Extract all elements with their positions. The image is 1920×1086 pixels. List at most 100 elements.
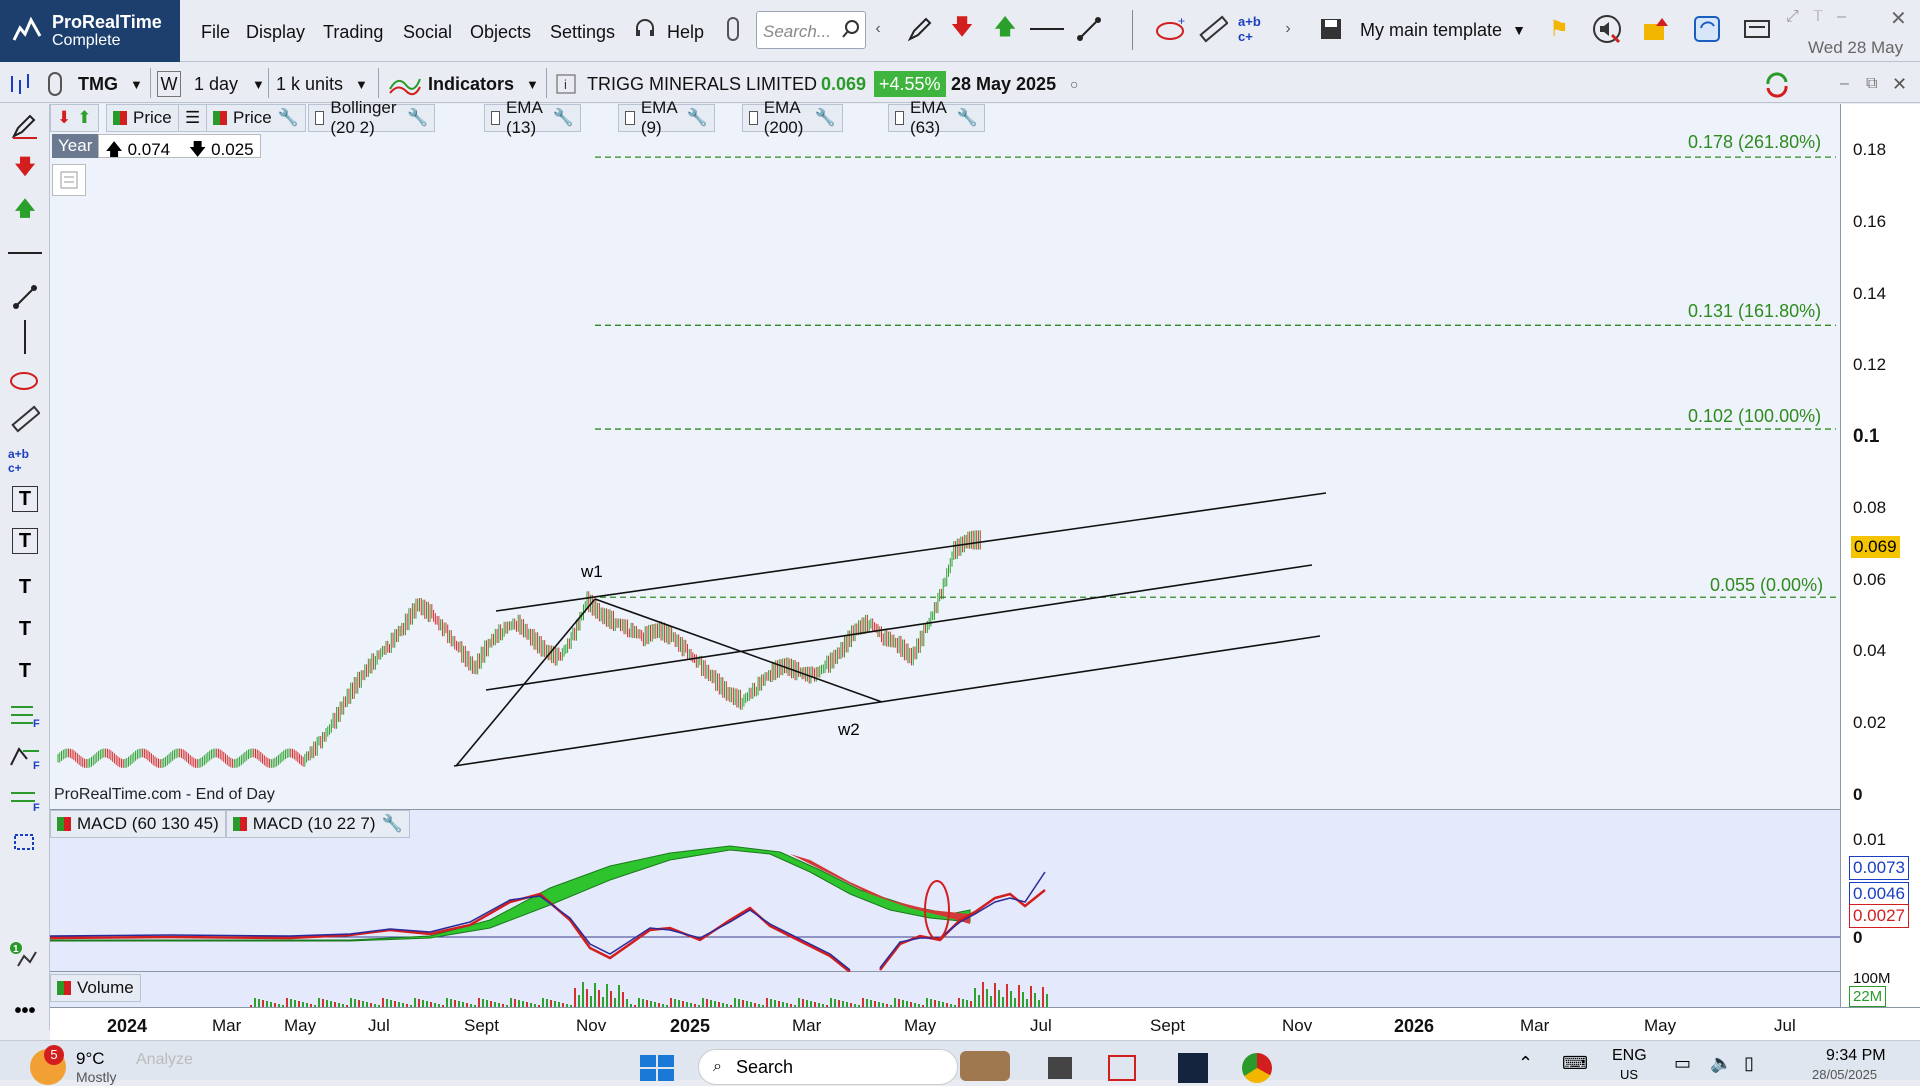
language-label[interactable]: ENG <box>1612 1047 1647 1065</box>
volume-bar <box>862 998 864 1007</box>
alerts-icon[interactable] <box>1640 12 1674 46</box>
taskbar-app-badger-icon[interactable] <box>960 1051 1010 1081</box>
time-axis[interactable]: 2024 Mar May Jul Sept Nov 2025 Mar May J… <box>50 1007 1920 1040</box>
mute-alert-icon[interactable] <box>1590 12 1624 46</box>
text-box-icon[interactable]: T <box>12 486 38 512</box>
volume-bar <box>802 999 804 1007</box>
vertical-line-icon[interactable] <box>8 320 42 354</box>
volume-bar <box>798 998 800 1007</box>
volume-panel[interactable]: Volume <box>50 972 1840 1007</box>
text-large-icon[interactable]: T <box>8 654 42 688</box>
trendline-icon[interactable] <box>8 280 42 314</box>
close-app-icon[interactable]: ✕ <box>1890 6 1907 31</box>
w-toggle[interactable]: W <box>157 71 181 97</box>
refresh-icon[interactable] <box>1762 71 1792 98</box>
text-frame-icon[interactable]: T <box>12 528 38 554</box>
volume-bar <box>670 998 672 1007</box>
price-chart[interactable]: ⬇ ⬆ Price ☰ Price 🔧 Bollinger (20 2) 🔧 E… <box>50 98 1840 810</box>
horizontal-line-icon[interactable] <box>8 236 42 270</box>
ellipse-tool-icon[interactable]: + <box>1154 12 1188 46</box>
search-icon[interactable] <box>840 18 862 45</box>
x-tick: Sept <box>464 1016 499 1035</box>
volume-bar <box>482 999 484 1007</box>
x-tick: Jul <box>368 1016 390 1035</box>
restore-window-icon[interactable]: ⧉ <box>1866 71 1877 97</box>
menu-file[interactable]: File <box>201 22 230 43</box>
chevron-up-icon[interactable]: ⌃ <box>1518 1053 1533 1074</box>
buy-arrow-icon[interactable]: 🡅 <box>8 194 42 228</box>
info-icon[interactable]: i <box>556 71 576 97</box>
app-logo[interactable]: ProRealTime Complete <box>0 0 180 62</box>
keyboard-icon[interactable] <box>1740 12 1774 46</box>
fib-label-0: 0.055 (0.00%) <box>1710 575 1824 595</box>
chart-type-icon[interactable] <box>8 71 36 97</box>
minimize-window-icon[interactable]: – <box>1840 71 1849 97</box>
collapse-left-icon[interactable]: ‹ <box>870 12 886 46</box>
buy-arrow-icon[interactable]: 🡅 <box>988 12 1022 46</box>
pencil-icon[interactable] <box>903 12 937 46</box>
svg-text:F: F <box>33 802 40 813</box>
close-chart-icon[interactable]: ✕ <box>1892 71 1907 97</box>
objects-list-icon[interactable]: 1 <box>8 940 42 974</box>
chevron-down-icon[interactable]: ▼ <box>526 71 539 97</box>
menu-objects[interactable]: Objects <box>470 22 531 43</box>
taskbar-app-terminal-icon[interactable] <box>1048 1057 1072 1079</box>
volume-bar <box>966 1000 968 1007</box>
ellipse-tool-icon[interactable] <box>8 362 42 396</box>
menu-display[interactable]: Display <box>246 22 305 43</box>
taskbar-app-chrome-icon[interactable] <box>1242 1053 1272 1083</box>
text-bold-icon[interactable]: T <box>8 612 42 646</box>
taskbar-app-snip-icon[interactable] <box>1108 1055 1136 1081</box>
volume-bar <box>926 998 928 1007</box>
fib-label-161: 0.131 (161.80%) <box>1688 301 1822 321</box>
units-selector[interactable]: 1 k units ▼ <box>276 71 368 97</box>
fibonacci-extension-icon[interactable]: F <box>8 740 42 774</box>
macd-panel[interactable]: MACD (60 130 45) MACD (10 22 7) 🔧 <box>50 810 1840 972</box>
link-chain-icon[interactable] <box>46 71 64 97</box>
fibonacci-retracement-icon[interactable]: F <box>8 698 42 732</box>
ruler-icon[interactable] <box>8 402 42 436</box>
app-title: ProRealTime <box>52 12 162 32</box>
volume-bar <box>518 1000 520 1007</box>
more-tools-icon[interactable]: ••• <box>8 994 42 1028</box>
save-icon[interactable] <box>1314 12 1348 46</box>
flag-icon[interactable]: ⚑ <box>1542 12 1576 46</box>
keyboard-icon[interactable]: ⌨ <box>1562 1053 1588 1074</box>
horizontal-line-icon[interactable] <box>1030 12 1064 46</box>
battery-icon[interactable]: ▯ <box>1744 1053 1754 1074</box>
sell-arrow-icon[interactable]: 🡇 <box>945 12 979 46</box>
menu-trading[interactable]: Trading <box>323 22 383 43</box>
volume-icon[interactable]: 🔈 <box>1710 1053 1732 1074</box>
trendline-channel <box>453 492 1327 767</box>
trendline-icon[interactable] <box>1072 12 1106 46</box>
volume-bar <box>1006 984 1008 1007</box>
sell-arrow-icon[interactable]: 🡇 <box>8 152 42 186</box>
indicators-button[interactable]: Indicators <box>388 71 514 97</box>
text-icon[interactable]: T <box>8 570 42 604</box>
fibonacci-fan-icon[interactable]: F <box>8 782 42 816</box>
price-axis[interactable]: 0.18 0.16 0.14 0.12 0.1 0.08 0.06 0.04 0… <box>1840 104 1920 1007</box>
taskbar-app-prorealtime-icon[interactable] <box>1178 1053 1208 1083</box>
windows-start-icon[interactable] <box>640 1055 674 1086</box>
sync-icon[interactable] <box>1690 12 1724 46</box>
collapse-right-icon[interactable]: › <box>1280 12 1296 46</box>
pencil-icon[interactable] <box>8 108 42 142</box>
volume-bar <box>478 998 480 1007</box>
headset-icon[interactable] <box>628 12 662 46</box>
volume-bar <box>422 1000 424 1007</box>
rectangle-tool-icon[interactable] <box>8 824 42 858</box>
ticker-selector[interactable]: TMG ▼ <box>78 71 143 97</box>
current-price-tag: 0.069 <box>1851 536 1900 558</box>
ruler-icon[interactable] <box>1196 12 1230 46</box>
period-selector[interactable]: 1 day ▼ <box>194 71 265 97</box>
divider <box>268 68 269 98</box>
wave-labels-icon[interactable]: a+b c+ <box>8 444 42 478</box>
wave-labels-icon[interactable]: a+b c+ <box>1238 12 1272 46</box>
link-icon[interactable] <box>716 12 750 46</box>
menu-social[interactable]: Social <box>403 22 452 43</box>
menu-settings[interactable]: Settings <box>550 22 615 43</box>
display-icon[interactable]: ▭ <box>1674 1053 1691 1074</box>
volume-bar <box>706 999 708 1007</box>
menu-help[interactable]: Help <box>667 22 704 43</box>
chevron-down-icon: ▼ <box>355 76 368 92</box>
